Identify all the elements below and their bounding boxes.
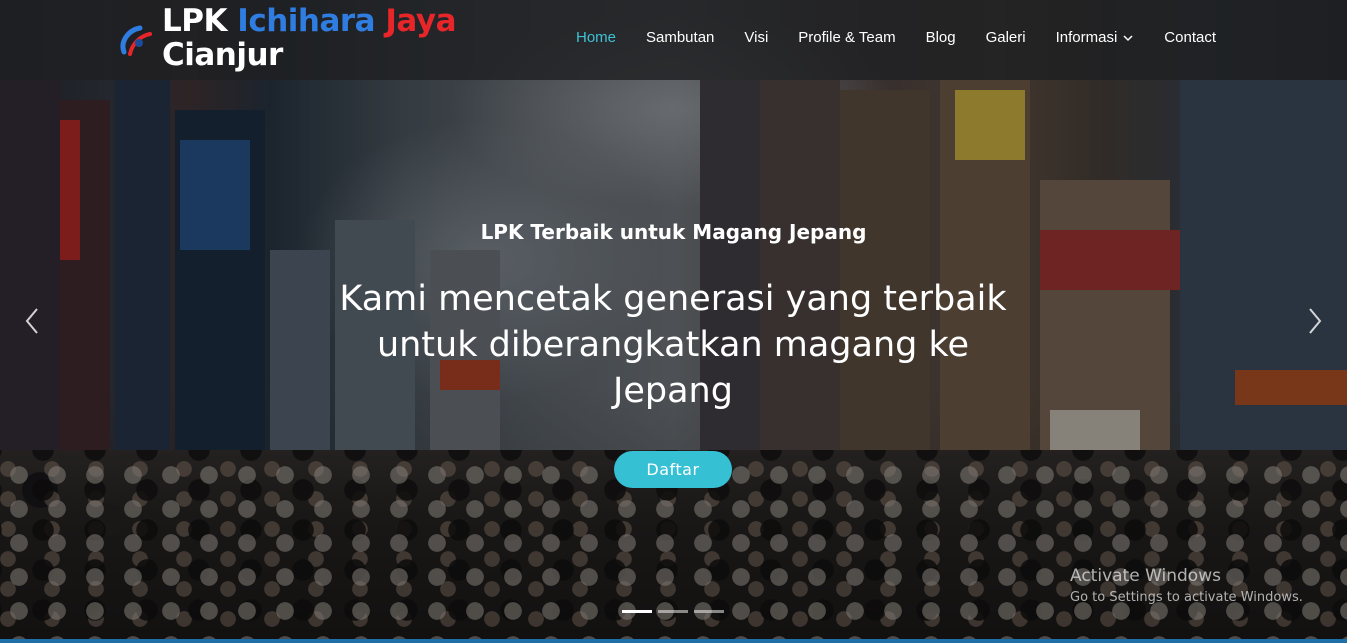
nav-item-galeri[interactable]: Galeri [971, 29, 1041, 46]
hero-headline: Kami mencetak generasi yang terbaik untu… [339, 279, 1007, 411]
chevron-left-icon [25, 308, 38, 334]
carousel-indicators [622, 610, 724, 613]
brand-cianjur: Cianjur [162, 37, 283, 73]
daftar-button[interactable]: Daftar [614, 451, 732, 488]
watermark-subtitle: Go to Settings to activate Windows. [1070, 590, 1303, 605]
brand-ichihara: Ichihara [237, 3, 376, 39]
nav-item-blog[interactable]: Blog [911, 29, 971, 46]
brand-logo-icon [120, 25, 152, 56]
carousel-indicator-3[interactable] [694, 610, 724, 613]
top-navbar: LPK Ichihara Jaya Cianjur Home Sambutan … [0, 0, 1347, 80]
nav-item-contact[interactable]: Contact [1149, 29, 1231, 46]
chevron-down-icon [1123, 34, 1133, 41]
carousel-next-button[interactable] [1303, 306, 1327, 336]
carousel-prev-button[interactable] [20, 306, 44, 336]
brand-jaya: Jaya [375, 3, 457, 39]
nav-item-sambutan[interactable]: Sambutan [631, 29, 729, 46]
carousel-indicator-1[interactable] [622, 610, 652, 613]
nav-item-home[interactable]: Home [561, 29, 631, 46]
brand-logo-link[interactable]: LPK Ichihara Jaya Cianjur [118, 3, 457, 78]
watermark-title: Activate Windows [1070, 566, 1221, 586]
chevron-right-icon [1309, 308, 1322, 334]
nav-item-visi[interactable]: Visi [729, 29, 783, 46]
carousel-indicator-2[interactable] [658, 610, 688, 613]
main-menu: Home Sambutan Visi Profile & Team Blog G… [561, 29, 1231, 46]
windows-activation-watermark: Activate Windows Go to Settings to activ… [1070, 566, 1303, 605]
nav-item-profile-team[interactable]: Profile & Team [783, 29, 910, 46]
hero-kicker: LPK Terbaik untuk Magang Jepang [480, 220, 867, 244]
brand-name: LPK Ichihara Jaya Cianjur [162, 3, 457, 73]
bottom-accent-bar [0, 639, 1347, 643]
brand-lpk: LPK [162, 3, 238, 39]
nav-item-informasi[interactable]: Informasi [1041, 29, 1150, 46]
